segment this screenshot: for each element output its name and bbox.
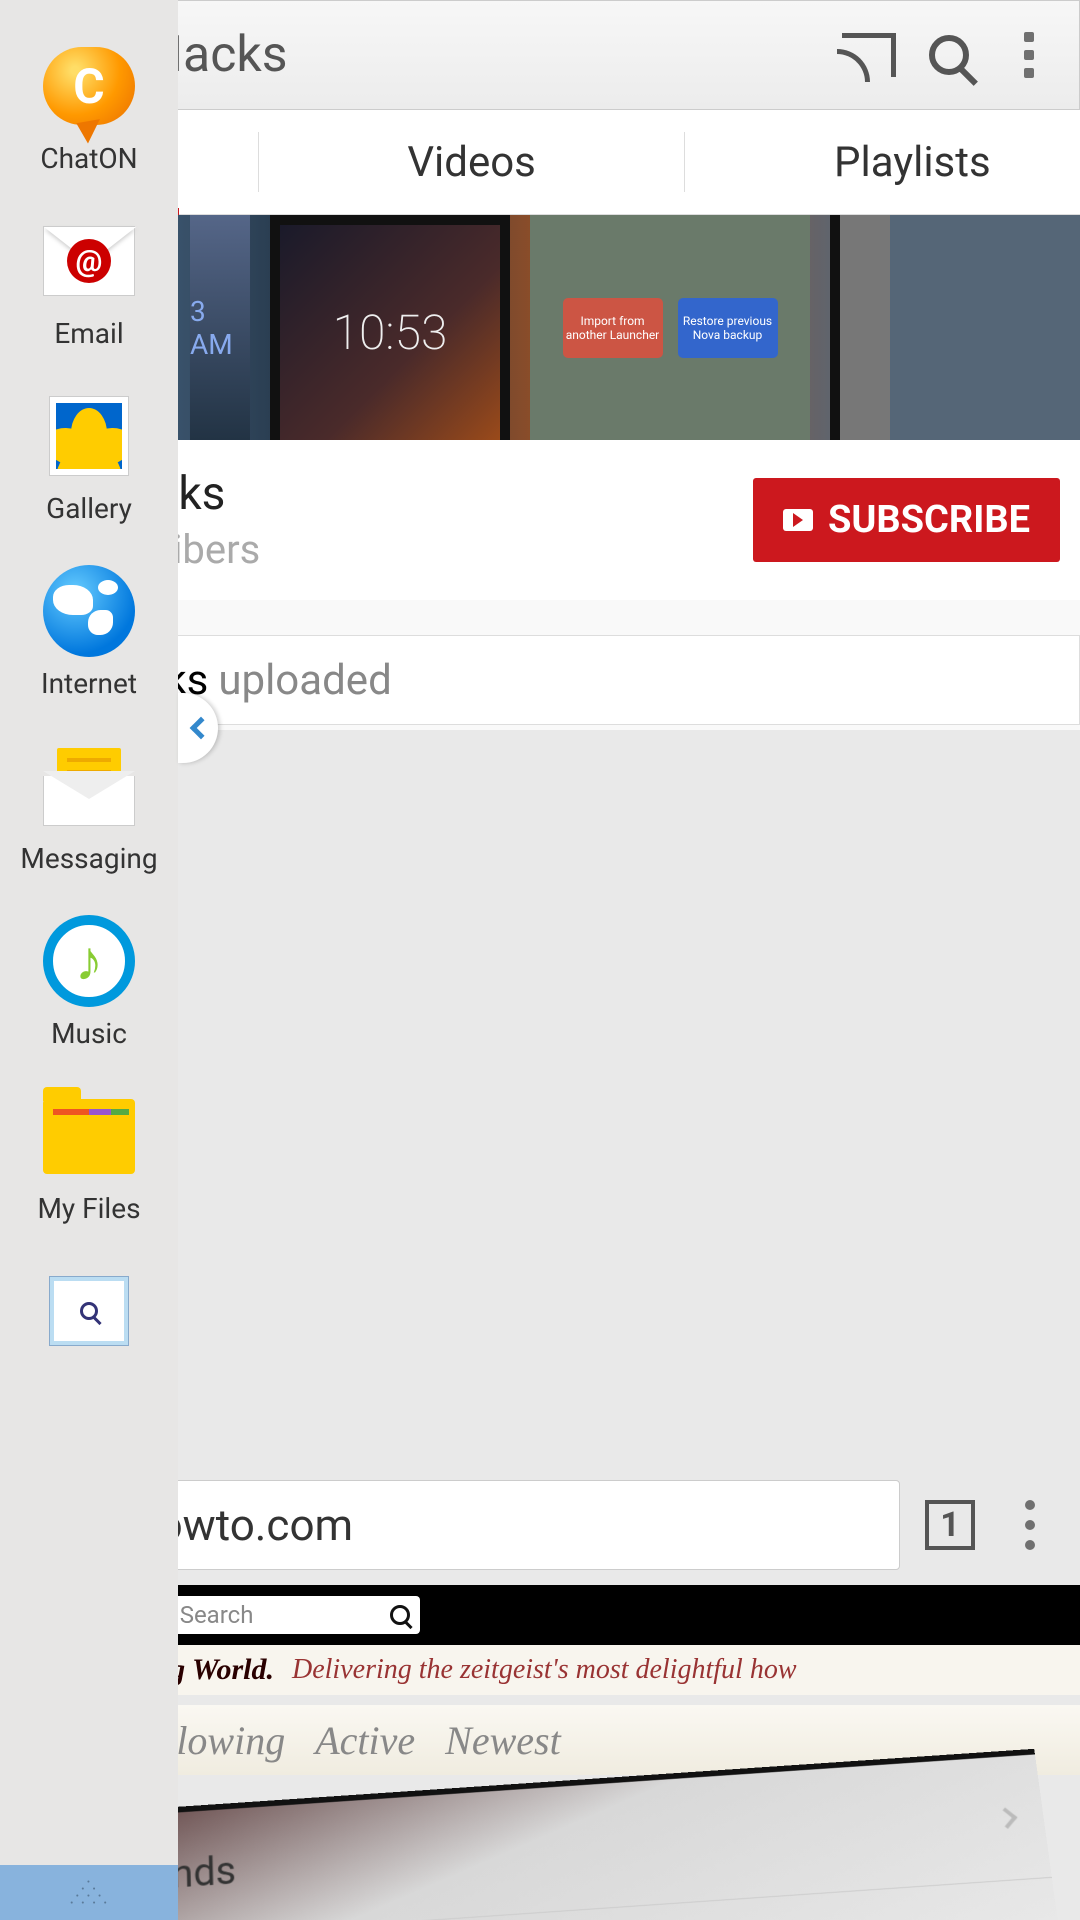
upload-verb: uploaded — [218, 656, 391, 705]
tagline-sub: Delivering the zeitgeist's most delightf… — [292, 1654, 797, 1686]
chaton-icon: C — [43, 47, 135, 125]
chevron-right-icon — [995, 1807, 1017, 1828]
cast-icon[interactable] — [839, 25, 899, 85]
sidebar-item-quickconnect[interactable] — [0, 1265, 178, 1357]
overflow-menu-icon[interactable] — [999, 25, 1059, 85]
messaging-icon — [43, 746, 135, 826]
sidebar-item-label: Internet — [41, 667, 137, 700]
sidebar-edit-button[interactable]: ·· ·· · ·· · · · — [0, 1865, 178, 1920]
banner-phone-edge — [830, 215, 890, 440]
tab-playlists[interactable]: Playlists — [804, 110, 1021, 214]
banner-phone-right: Import from another Launcher Restore pre… — [530, 215, 810, 440]
search-icon — [390, 1605, 410, 1625]
music-icon: ♪ — [43, 915, 135, 1007]
youtube-play-icon — [783, 509, 813, 531]
tabs-button[interactable]: 1 — [925, 1500, 975, 1550]
sidebar-item-messaging[interactable]: Messaging — [0, 740, 178, 875]
search-icon[interactable] — [919, 25, 979, 85]
banner-clock: 10:53 — [333, 304, 448, 361]
site-search-input[interactable]: Search — [170, 1596, 420, 1634]
globe-icon — [43, 565, 135, 657]
email-icon: @ — [43, 226, 135, 296]
sidebar-item-label: Email — [54, 317, 123, 350]
filter-newest[interactable]: Newest — [445, 1717, 561, 1764]
sidebar-item-myfiles[interactable]: My Files — [0, 1090, 178, 1225]
subscribe-button[interactable]: SUBSCRIBE — [753, 478, 1060, 562]
sidebar-item-gallery[interactable]: Gallery — [0, 390, 178, 525]
sidebar-item-chaton[interactable]: C ChatON — [0, 40, 178, 175]
sidebar-item-label: ChatON — [40, 142, 137, 175]
tab-videos[interactable]: Videos — [377, 110, 566, 214]
banner-tile-restore: Restore previous Nova backup — [678, 298, 778, 358]
search-app-icon — [49, 1276, 129, 1346]
sidebar-item-music[interactable]: ♪ Music — [0, 915, 178, 1050]
sidebar-item-label: Messaging — [20, 842, 157, 875]
sidebar-item-label: Music — [51, 1017, 127, 1050]
subscribe-label: SUBSCRIBE — [828, 498, 1030, 542]
divider — [258, 132, 259, 192]
chevron-left-icon — [189, 717, 212, 740]
banner-phone-left: 3 AM — [190, 215, 250, 440]
banner-phone-center: 10:53 — [270, 215, 510, 440]
sidebar-item-email[interactable]: @ Email — [0, 215, 178, 350]
sidebar-item-label: My Files — [37, 1192, 140, 1225]
dots-triangle-icon: ·· ·· · ·· · · · — [69, 1879, 108, 1907]
sidebar-item-label: Gallery — [46, 492, 132, 525]
browser-overflow-icon[interactable] — [1000, 1495, 1060, 1555]
banner-tile-import: Import from another Launcher — [563, 298, 663, 358]
divider — [684, 132, 685, 192]
gallery-icon — [49, 396, 129, 476]
filter-active[interactable]: Active — [315, 1717, 415, 1764]
folder-icon — [43, 1099, 135, 1174]
multiwindow-sidebar: C ChatON @ Email Gallery Internet Messag… — [0, 0, 178, 1920]
sidebar-item-internet[interactable]: Internet — [0, 565, 178, 700]
